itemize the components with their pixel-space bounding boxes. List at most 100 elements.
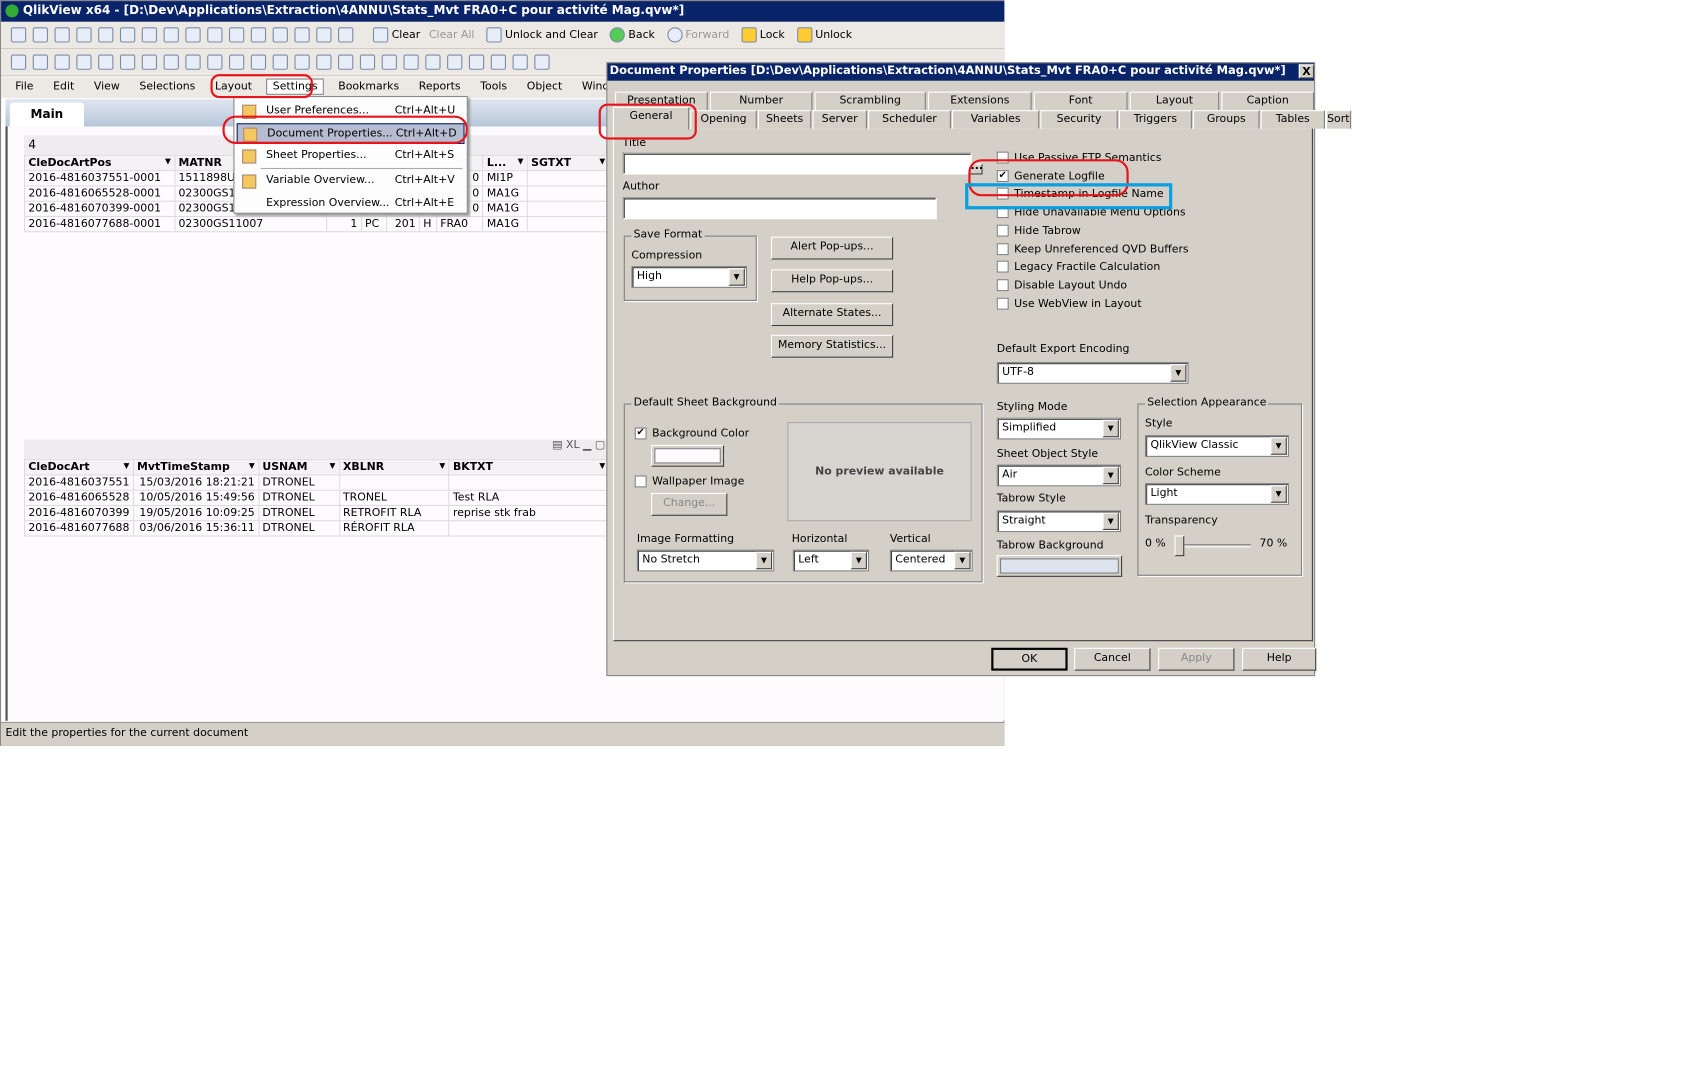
align-left-icon[interactable] <box>490 54 506 70</box>
background-color-button[interactable] <box>651 444 725 467</box>
checkbox[interactable] <box>996 260 1009 273</box>
column-header[interactable]: BKTXT ▼ <box>448 459 610 476</box>
alternate-states-button[interactable]: Alternate States... <box>770 303 894 327</box>
tab-tables[interactable]: Tables <box>1260 110 1325 129</box>
new-icon[interactable] <box>10 27 27 43</box>
tab-variables[interactable]: Variables <box>952 110 1040 129</box>
help-pop-ups-button[interactable]: Help Pop-ups... <box>770 269 894 293</box>
menu-tools[interactable]: Tools <box>480 81 507 93</box>
memory-statistics-button[interactable]: Memory Statistics... <box>770 334 894 358</box>
transparency-slider-thumb[interactable] <box>1174 535 1185 557</box>
clear-icon[interactable] <box>373 27 389 43</box>
tab-security[interactable]: Security <box>1040 110 1118 129</box>
undo-icon[interactable] <box>163 27 179 43</box>
clear-all-button[interactable]: Clear All <box>429 29 475 41</box>
minimize-icon[interactable]: ▁ <box>583 439 591 451</box>
table-row[interactable]: 2016-4816037551 15/03/2016 18:21:21 DTRONE… <box>23 474 610 491</box>
checkbox[interactable] <box>996 297 1009 310</box>
search-icon[interactable] <box>207 27 223 43</box>
chevron-down-icon[interactable]: ▼ <box>954 551 971 570</box>
checkbox-keep-unreferenced-qvd-buffers[interactable]: Keep Unreferenced QVD Buffers <box>996 242 1189 255</box>
tab-caption[interactable]: Caption <box>1221 91 1315 111</box>
chevron-down-icon[interactable]: ▼ <box>124 461 130 470</box>
cancel-button[interactable]: Cancel <box>1074 647 1151 671</box>
chevron-down-icon[interactable]: ▼ <box>1270 437 1287 455</box>
table-row[interactable]: 2016-4816077688 03/06/2016 15:36:11 DTRONE… <box>23 520 610 537</box>
print-icon[interactable] <box>98 27 114 43</box>
lock-button[interactable]: Lock <box>760 29 785 41</box>
chevron-down-icon[interactable]: ▼ <box>165 157 171 166</box>
chevron-down-icon[interactable]: ▼ <box>599 157 605 166</box>
chart-wizard-icon[interactable] <box>250 27 267 43</box>
column-header[interactable]: MvtTimeStamp ▼ <box>132 459 260 476</box>
print-icon[interactable]: ▤ <box>552 439 562 451</box>
tab-layout[interactable]: Layout <box>1129 91 1220 111</box>
redo-icon[interactable] <box>185 27 201 43</box>
ok-button[interactable]: OK <box>991 647 1068 671</box>
checkbox-use-webview-in-layout[interactable]: Use WebView in Layout <box>996 297 1142 310</box>
reload-icon[interactable] <box>54 27 70 43</box>
align-right-icon[interactable] <box>534 54 550 70</box>
color-scheme-select[interactable]: Light ▼ <box>1145 483 1289 505</box>
demote-sheet-icon[interactable] <box>54 54 70 70</box>
chevron-down-icon[interactable]: ▼ <box>439 461 445 470</box>
tab-number[interactable]: Number <box>709 91 813 111</box>
search-object-icon[interactable] <box>359 54 376 70</box>
chevron-down-icon[interactable]: ▼ <box>249 461 255 470</box>
table-box-icon[interactable] <box>141 54 158 70</box>
chevron-down-icon[interactable]: ▼ <box>330 461 336 470</box>
column-header[interactable]: USNAM ▼ <box>257 459 340 476</box>
chevron-down-icon[interactable]: ▼ <box>1102 512 1119 530</box>
checkbox[interactable]: ✔ <box>634 427 647 440</box>
styling-mode-select[interactable]: Simplified ▼ <box>996 417 1122 440</box>
line-arrow-icon[interactable] <box>294 54 310 70</box>
menu-item-variable-overview[interactable]: Variable Overview... Ctrl+Alt+V <box>237 171 465 192</box>
tabrow-background-button[interactable] <box>996 555 1123 577</box>
checkbox[interactable] <box>996 279 1009 292</box>
title-input[interactable] <box>622 152 972 175</box>
checkbox-disable-layout-undo[interactable]: Disable Layout Undo <box>996 279 1127 292</box>
maximize-icon[interactable]: ▢ <box>595 439 605 451</box>
tab-scrambling[interactable]: Scrambling <box>814 91 926 111</box>
chevron-down-icon[interactable]: ▼ <box>755 551 773 570</box>
context-help-icon[interactable] <box>338 27 354 43</box>
author-input[interactable] <box>622 197 937 220</box>
bookmark-icon[interactable] <box>272 27 288 43</box>
image-formatting-select[interactable]: No Stretch ▼ <box>636 549 775 572</box>
unlock-button[interactable]: Unlock <box>815 29 852 41</box>
column-header[interactable]: L... ▼ <box>482 154 528 172</box>
menu-item-expression-overview[interactable]: Expression Overview... Ctrl+Alt+E <box>237 194 465 215</box>
export-encoding-select[interactable]: UTF-8 ▼ <box>996 362 1189 384</box>
column-header[interactable]: CleDocArt ▼ <box>23 459 134 476</box>
menu-view[interactable]: View <box>94 81 120 93</box>
chevron-down-icon[interactable]: ▼ <box>728 268 745 286</box>
help-button[interactable]: Help <box>1242 647 1317 671</box>
forward-button[interactable]: Forward <box>685 29 729 41</box>
reload-data-icon[interactable] <box>141 27 158 43</box>
close-button[interactable]: X <box>1298 64 1315 79</box>
text-object-icon[interactable] <box>272 54 288 70</box>
alert-pop-ups-button[interactable]: Alert Pop-ups... <box>770 236 894 260</box>
current-selections-icon[interactable] <box>229 27 245 43</box>
tab-extensions[interactable]: Extensions <box>928 91 1032 111</box>
chevron-down-icon[interactable]: ▼ <box>1270 485 1287 503</box>
tab-general[interactable]: General <box>612 106 690 130</box>
checkbox[interactable] <box>634 475 647 488</box>
background-color-checkbox[interactable]: ✔ Background Color <box>634 427 749 440</box>
edit-script-icon[interactable] <box>119 27 136 43</box>
chart-wizard-icon[interactable] <box>425 54 441 70</box>
back-button[interactable]: Back <box>628 29 654 41</box>
open-icon[interactable] <box>32 27 48 43</box>
column-header[interactable]: XBLNR ▼ <box>338 459 450 476</box>
menu-object[interactable]: Object <box>527 81 563 93</box>
checkbox-legacy-fractile-calculation[interactable]: Legacy Fractile Calculation <box>996 260 1160 273</box>
menu-selections[interactable]: Selections <box>139 81 195 93</box>
menu-file[interactable]: File <box>15 81 33 93</box>
clear-button[interactable]: Clear <box>392 29 421 41</box>
tab-groups[interactable]: Groups <box>1193 110 1260 129</box>
grid-icon[interactable] <box>468 54 485 70</box>
new-sheet-icon[interactable] <box>10 54 27 70</box>
unlock-and-clear-button[interactable]: Unlock and Clear <box>505 29 598 41</box>
chevron-down-icon[interactable]: ▼ <box>518 157 524 166</box>
tab-opening[interactable]: Opening <box>690 110 757 129</box>
